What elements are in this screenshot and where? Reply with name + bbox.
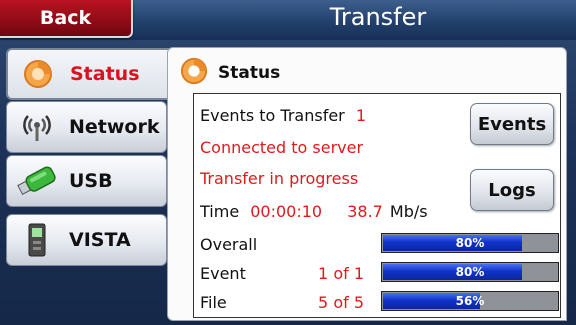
- logs-button[interactable]: Logs: [470, 169, 554, 211]
- status-ring-icon: [180, 57, 208, 90]
- status-panel: Status Events to Transfer 1 Connected to…: [167, 47, 567, 321]
- events-to-transfer-row: Events to Transfer 1: [200, 106, 366, 125]
- status-line-transfer: Transfer in progress: [200, 169, 359, 188]
- events-button[interactable]: Events: [470, 103, 554, 145]
- status-details: Events to Transfer 1 Connected to server…: [193, 93, 561, 318]
- sidebar-item-label: VISTA: [69, 229, 131, 251]
- progress-count-event: 1 of 1: [318, 264, 364, 283]
- progress-percent: 80%: [455, 265, 485, 279]
- title-bar: Back Transfer: [0, 0, 576, 40]
- sidebar-item-label: Network: [69, 116, 160, 138]
- progress-percent: 56%: [455, 294, 485, 308]
- usb-drive-icon: [13, 161, 61, 201]
- progress-count-file: 5 of 5: [318, 293, 364, 312]
- events-count: 1: [355, 106, 367, 125]
- sidebar-item-label: Status: [70, 63, 140, 85]
- sidebar-item-usb[interactable]: USB: [6, 155, 167, 207]
- back-button[interactable]: Back: [0, 0, 133, 38]
- rate-unit: Mb/s: [389, 202, 428, 221]
- progress-percent: 80%: [455, 236, 485, 250]
- time-label: Time: [200, 202, 240, 221]
- page-title: Transfer: [329, 3, 427, 31]
- antenna-icon: [13, 107, 61, 147]
- time-row: Time 00:00:10 38.7 Mb/s: [200, 202, 428, 221]
- progress-bar-event: 80%: [381, 262, 559, 282]
- progress-label-overall: Overall: [200, 235, 258, 254]
- status-line-connected: Connected to server: [200, 138, 364, 157]
- progress-label-event: Event: [200, 264, 246, 283]
- status-ring-icon: [14, 54, 62, 94]
- progress-label-file: File: [200, 293, 227, 312]
- sidebar-item-status[interactable]: Status: [6, 48, 170, 100]
- vista-device-icon: [13, 220, 61, 260]
- sidebar-item-vista[interactable]: VISTA: [6, 214, 167, 266]
- progress-bar-overall: 80%: [381, 233, 559, 253]
- sidebar-item-network[interactable]: Network: [6, 101, 167, 153]
- progress-bar-file: 56%: [381, 291, 559, 311]
- rate-value: 38.7: [347, 202, 383, 221]
- events-label: Events to Transfer: [200, 106, 345, 125]
- panel-header: Status: [180, 56, 280, 90]
- sidebar-item-label: USB: [69, 170, 113, 192]
- time-value: 00:00:10: [250, 202, 323, 221]
- panel-title: Status: [218, 63, 281, 83]
